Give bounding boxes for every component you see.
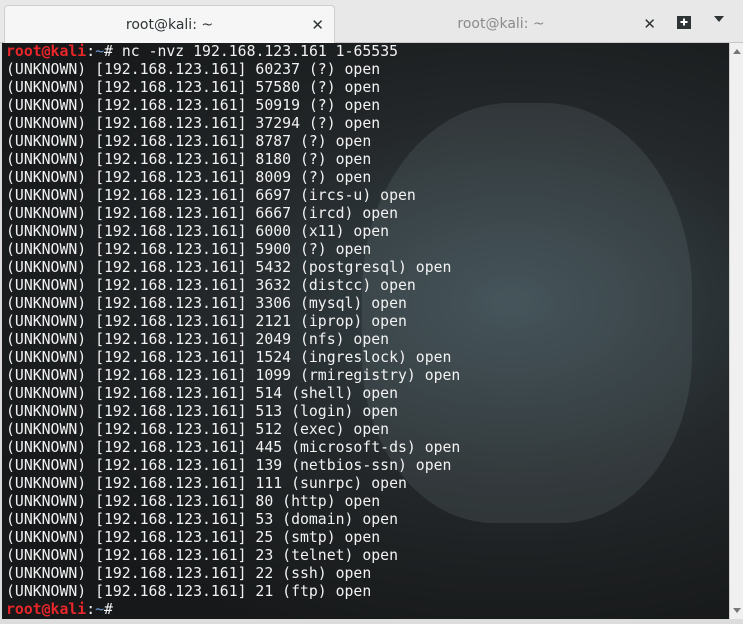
- output-line: (UNKNOWN) [192.168.123.161] 8009 (?) ope…: [6, 169, 372, 186]
- new-tab-icon[interactable]: [676, 14, 692, 30]
- scrollbar[interactable]: [729, 43, 743, 619]
- output-line: (UNKNOWN) [192.168.123.161] 3306 (mysql)…: [6, 295, 407, 312]
- prompt-symbol: #: [104, 601, 113, 618]
- output-line: (UNKNOWN) [192.168.123.161] 2049 (nfs) o…: [6, 331, 390, 348]
- tab-menu-chevron-down-icon[interactable]: [714, 16, 724, 22]
- output-line: (UNKNOWN) [192.168.123.161] 2121 (iprop)…: [6, 313, 407, 330]
- output-block: (UNKNOWN) [192.168.123.161] 60237 (?) op…: [6, 61, 729, 601]
- output-line: (UNKNOWN) [192.168.123.161] 1099 (rmireg…: [6, 367, 461, 384]
- output-line: (UNKNOWN) [192.168.123.161] 6667 (ircd) …: [6, 205, 398, 222]
- output-line: (UNKNOWN) [192.168.123.161] 57580 (?) op…: [6, 79, 381, 96]
- output-line: (UNKNOWN) [192.168.123.161] 60237 (?) op…: [6, 61, 381, 78]
- output-line: (UNKNOWN) [192.168.123.161] 139 (netbios…: [6, 457, 452, 474]
- output-line: (UNKNOWN) [192.168.123.161] 111 (sunrpc)…: [6, 475, 407, 492]
- prompt-user-host: root@kali: [6, 43, 87, 60]
- output-line: (UNKNOWN) [192.168.123.161] 5432 (postgr…: [6, 259, 452, 276]
- output-line: (UNKNOWN) [192.168.123.161] 6697 (ircs-u…: [6, 187, 416, 204]
- command-line: root@kali:~# nc -nvz 192.168.123.161 1-6…: [6, 43, 729, 61]
- output-line: (UNKNOWN) [192.168.123.161] 445 (microso…: [6, 439, 461, 456]
- output-line: (UNKNOWN) [192.168.123.161] 23 (telnet) …: [6, 547, 398, 564]
- prompt-separator: :: [86, 43, 96, 60]
- scroll-down-icon[interactable]: [733, 608, 741, 613]
- tab-terminal-1[interactable]: root@kali: ~ ✕: [4, 5, 335, 43]
- output-line: (UNKNOWN) [192.168.123.161] 513 (login) …: [6, 403, 398, 420]
- tab-title: root@kali: ~: [125, 16, 214, 33]
- output-line: (UNKNOWN) [192.168.123.161] 6000 (x11) o…: [6, 223, 390, 240]
- output-line: (UNKNOWN) [192.168.123.161] 514 (shell) …: [6, 385, 398, 402]
- command-text: nc -nvz 192.168.123.161 1-65535: [112, 43, 399, 60]
- prompt-path: ~: [95, 43, 105, 60]
- output-line: (UNKNOWN) [192.168.123.161] 80 (http) op…: [6, 493, 381, 510]
- output-line: (UNKNOWN) [192.168.123.161] 37294 (?) op…: [6, 115, 381, 132]
- tab-bar: root@kali: ~ ✕ root@kali: ~ ✕: [0, 0, 743, 43]
- prompt-path: ~: [95, 601, 105, 618]
- prompt-user-host: root@kali: [6, 601, 87, 618]
- prompt-symbol: #: [104, 43, 113, 60]
- output-line: (UNKNOWN) [192.168.123.161] 3632 (distcc…: [6, 277, 416, 294]
- output-line: (UNKNOWN) [192.168.123.161] 53 (domain) …: [6, 511, 398, 528]
- output-line: (UNKNOWN) [192.168.123.161] 21 (ftp) ope…: [6, 583, 372, 600]
- prompt-line: root@kali:~#: [6, 601, 729, 619]
- output-line: (UNKNOWN) [192.168.123.161] 22 (ssh) ope…: [6, 565, 372, 582]
- scroll-up-icon[interactable]: [733, 49, 741, 54]
- close-tab-icon[interactable]: ✕: [311, 16, 324, 34]
- tab-title: root@kali: ~: [457, 16, 545, 32]
- tab-terminal-2[interactable]: root@kali: ~ ✕: [336, 5, 666, 43]
- output-line: (UNKNOWN) [192.168.123.161] 512 (exec) o…: [6, 421, 390, 438]
- output-line: (UNKNOWN) [192.168.123.161] 8180 (?) ope…: [6, 151, 372, 168]
- output-line: (UNKNOWN) [192.168.123.161] 1524 (ingres…: [6, 349, 452, 366]
- output-line: (UNKNOWN) [192.168.123.161] 50919 (?) op…: [6, 97, 381, 114]
- output-line: (UNKNOWN) [192.168.123.161] 8787 (?) ope…: [6, 133, 372, 150]
- output-line: (UNKNOWN) [192.168.123.161] 25 (smtp) op…: [6, 529, 381, 546]
- close-tab-icon[interactable]: ✕: [643, 15, 656, 33]
- terminal-output[interactable]: root@kali:~# nc -nvz 192.168.123.161 1-6…: [2, 43, 729, 619]
- prompt-separator: :: [86, 601, 96, 618]
- output-line: (UNKNOWN) [192.168.123.161] 5900 (?) ope…: [6, 241, 372, 258]
